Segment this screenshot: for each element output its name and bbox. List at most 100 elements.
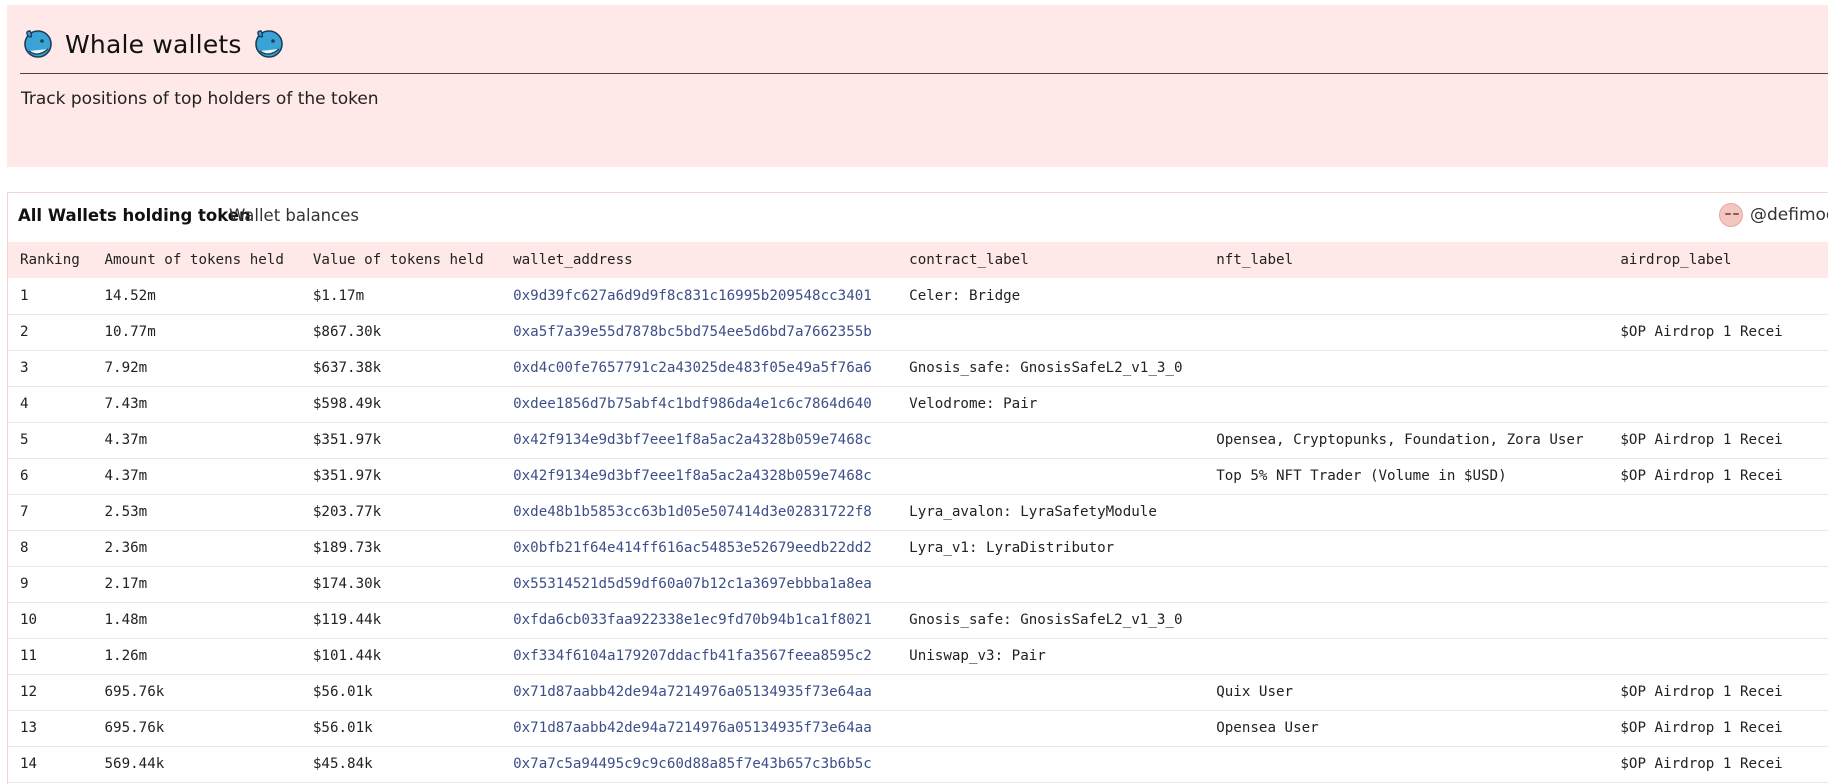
table-row[interactable]: 7 2.53m $203.77k 0xde48b1b5853cc63b1d05e507… <box>8 494 1828 530</box>
table-row[interactable]: 11 1.26m $101.44k 0xf334f6104a179207ddacfb4… <box>8 638 1828 674</box>
table-card: All Wallets holding token Wallet balance… <box>7 192 1828 784</box>
cell-amount: 695.76k <box>104 720 165 736</box>
title-row: Whale wallets <box>21 25 286 63</box>
cell-amount: 14.52m <box>104 287 156 304</box>
column-header-nft-label[interactable]: nft_label <box>1204 242 1608 278</box>
cell-value: $189.73k <box>312 540 382 556</box>
cell-airdrop-label <box>1608 278 1828 314</box>
cell-nft-label <box>1204 746 1608 782</box>
table-row[interactable]: 8 2.36m $189.73k 0x0bfb21f64e414ff616ac5485… <box>8 530 1828 566</box>
cell-amount: 4.37m <box>104 468 148 484</box>
tab-all-wallets[interactable]: All Wallets holding token <box>18 206 251 225</box>
table-row[interactable]: 10 1.48m $119.44k 0xfda6cb033faa922338e1ec9… <box>8 602 1828 638</box>
cell-wallet-address[interactable]: 0xfda6cb033faa922338e1ec9fd70b94b1ca1f80… <box>501 602 897 638</box>
table-row[interactable]: 5 4.37m $351.97k 0x42f9134e9d3bf7eee1f8a5ac… <box>8 422 1828 458</box>
tab-wallet-balances[interactable]: Wallet balances <box>229 206 359 225</box>
cell-airdrop-label <box>1608 350 1828 386</box>
cell-value: $598.49k <box>312 396 382 412</box>
cell-nft-label <box>1204 350 1608 386</box>
table-row[interactable]: 6 4.37m $351.97k 0x42f9134e9d3bf7eee1f8a5ac… <box>8 458 1828 494</box>
cell-contract-label: Lyra_v1: LyraDistributor <box>909 540 1115 556</box>
author-link[interactable]: @defimoo <box>1719 203 1828 227</box>
cell-airdrop-label: $OP Airdrop 1 Recei <box>1620 684 1783 700</box>
cell-contract-label <box>897 710 1204 746</box>
table-row[interactable]: 3 7.92m $637.38k 0xd4c00fe7657791c2a43025de… <box>8 350 1828 386</box>
cell-airdrop-label <box>1608 494 1828 530</box>
cell-ranking: 1 <box>20 287 29 304</box>
cell-amount: 2.36m <box>104 540 148 556</box>
author-name: @defimoo <box>1750 205 1828 225</box>
cell-wallet-address[interactable]: 0x0bfb21f64e414ff616ac54853e52679eedb22d… <box>501 530 897 566</box>
cell-nft-label: Opensea User <box>1216 720 1319 736</box>
cell-wallet-address[interactable]: 0xf334f6104a179207ddacfb41fa3567feea8595… <box>501 638 897 674</box>
cell-wallet-address[interactable]: 0xa5f7a39e55d7878bc5bd754ee5d6bd7a766235… <box>501 314 897 350</box>
cell-wallet-address[interactable]: 0xde48b1b5853cc63b1d05e507414d3e02831722… <box>501 494 897 530</box>
cell-contract-label <box>897 566 1204 602</box>
cell-contract-label: Celer: Bridge <box>909 287 1021 304</box>
cell-wallet-address[interactable]: 0x71d87aabb42de94a7214976a05134935f73e64… <box>501 674 897 710</box>
cell-airdrop-label <box>1608 386 1828 422</box>
cell-ranking: 14 <box>20 756 38 772</box>
cell-ranking: 9 <box>20 576 29 592</box>
cell-value: $1.17m <box>312 287 365 304</box>
cell-wallet-address[interactable]: 0x9d39fc627a6d9d9f8c831c16995b209548cc34… <box>501 278 897 314</box>
cell-value: $867.30k <box>312 324 382 340</box>
cell-value: $56.01k <box>312 684 373 700</box>
table-header-row: Ranking Amount of tokens held Value of t… <box>8 242 1828 278</box>
cell-ranking: 11 <box>20 648 38 664</box>
page-title: Whale wallets <box>65 29 242 59</box>
cell-wallet-address[interactable]: 0x7a7c5a94495c9c9c60d88a85f7e43b657c3b6b… <box>501 746 897 782</box>
cell-value: $174.30k <box>312 576 382 592</box>
cell-ranking: 10 <box>20 612 38 628</box>
cell-wallet-address[interactable]: 0x42f9134e9d3bf7eee1f8a5ac2a4328b059e746… <box>501 422 897 458</box>
cell-amount: 695.76k <box>104 684 165 700</box>
dashboard-header: Whale wallets Track positions of top hol… <box>7 5 1828 167</box>
table-row[interactable]: 12 695.76k $56.01k 0x71d87aabb42de94a721497… <box>8 674 1828 710</box>
cell-wallet-address[interactable]: 0xd4c00fe7657791c2a43025de483f05e49a5f76… <box>501 350 897 386</box>
cell-nft-label: Opensea, Cryptopunks, Foundation, Zora U… <box>1216 432 1584 448</box>
cell-contract-label: Uniswap_v3: Pair <box>909 648 1046 664</box>
cell-contract-label: Gnosis_safe: GnosisSafeL2_v1_3_0 <box>909 360 1183 376</box>
cell-contract-label <box>897 674 1204 710</box>
cell-value: $101.44k <box>312 648 382 664</box>
cell-contract-label: Lyra_avalon: LyraSafetyModule <box>909 504 1157 520</box>
table-row[interactable]: 4 7.43m $598.49k 0xdee1856d7b75abf4c1bdf986… <box>8 386 1828 422</box>
cell-wallet-address[interactable]: 0x71d87aabb42de94a7214976a05134935f73e64… <box>501 710 897 746</box>
wallets-table: Ranking Amount of tokens held Value of t… <box>8 242 1828 783</box>
table-row[interactable]: 14 569.44k $45.84k 0x7a7c5a94495c9c9c60d88a… <box>8 746 1828 782</box>
column-header-contract-label[interactable]: contract_label <box>897 242 1204 278</box>
cell-ranking: 6 <box>20 468 29 484</box>
table-row[interactable]: 1 14.52m $1.17m 0x9d39fc627a6d9d9f8c831c169… <box>8 278 1828 314</box>
table-row[interactable]: 9 2.17m $174.30k 0x55314521d5d59df60a07b12c… <box>8 566 1828 602</box>
cell-amount: 2.17m <box>104 576 148 592</box>
cell-amount: 1.26m <box>104 648 148 664</box>
cell-wallet-address[interactable]: 0x42f9134e9d3bf7eee1f8a5ac2a4328b059e746… <box>501 458 897 494</box>
column-header-amount[interactable]: Amount of tokens held <box>93 242 301 278</box>
cell-value: $119.44k <box>312 612 382 628</box>
cell-amount: 569.44k <box>104 756 165 772</box>
cell-nft-label <box>1204 638 1608 674</box>
table-row[interactable]: 2 10.77m $867.30k 0xa5f7a39e55d7878bc5bd754… <box>8 314 1828 350</box>
cell-nft-label <box>1204 278 1608 314</box>
cell-airdrop-label <box>1608 530 1828 566</box>
column-header-value[interactable]: Value of tokens held <box>301 242 501 278</box>
cell-airdrop-label: $OP Airdrop 1 Recei <box>1620 720 1783 736</box>
cell-value: $637.38k <box>312 360 382 376</box>
whale-icon <box>254 30 283 58</box>
cell-amount: 1.48m <box>104 612 148 628</box>
cell-wallet-address[interactable]: 0xdee1856d7b75abf4c1bdf986da4e1c6c7864d6… <box>501 386 897 422</box>
column-header-airdrop-label[interactable]: airdrop_label <box>1608 242 1828 278</box>
cell-airdrop-label: $OP Airdrop 1 Recei <box>1620 468 1783 484</box>
cell-ranking: 13 <box>20 720 38 736</box>
column-header-ranking[interactable]: Ranking <box>8 242 93 278</box>
cell-value: $351.97k <box>312 432 382 448</box>
cell-airdrop-label: $OP Airdrop 1 Recei <box>1620 324 1783 340</box>
cell-contract-label <box>897 746 1204 782</box>
column-header-wallet-address[interactable]: wallet_address <box>501 242 897 278</box>
cell-wallet-address[interactable]: 0x55314521d5d59df60a07b12c1a3697ebbba1a8… <box>501 566 897 602</box>
cell-ranking: 2 <box>20 324 29 340</box>
cell-ranking: 7 <box>20 504 29 520</box>
whale-icon <box>24 30 52 58</box>
table-row[interactable]: 13 695.76k $56.01k 0x71d87aabb42de94a721497… <box>8 710 1828 746</box>
cell-nft-label: Top 5% NFT Trader (Volume in $USD) <box>1216 468 1507 484</box>
